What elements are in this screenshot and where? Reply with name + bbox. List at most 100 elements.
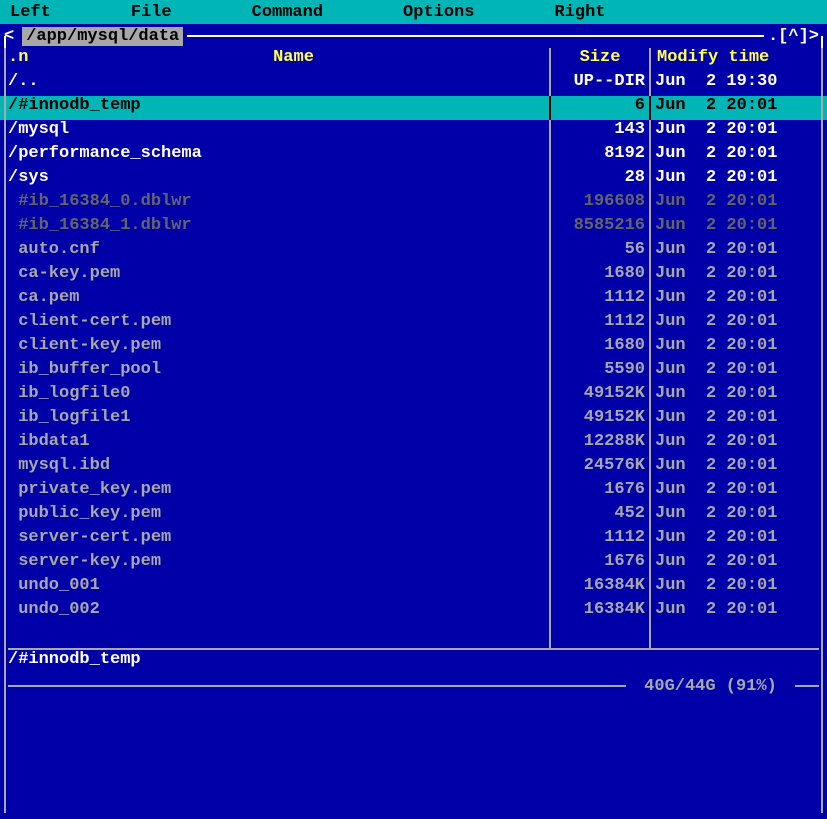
file-name: private_key.pem: [8, 480, 549, 504]
header-n[interactable]: .n: [8, 48, 38, 72]
file-mtime: Jun 2 19:30: [649, 72, 819, 96]
file-mtime: Jun 2 20:01: [649, 600, 819, 624]
menu-command[interactable]: Command: [252, 3, 323, 22]
file-row[interactable]: server-key.pem1676Jun 2 20:01: [0, 552, 827, 576]
file-row[interactable]: #ib_16384_1.dblwr8585216Jun 2 20:01: [0, 216, 827, 240]
file-name: ibdata1: [8, 432, 549, 456]
menu-file[interactable]: File: [131, 3, 172, 22]
file-size: 452: [549, 504, 649, 528]
file-mtime: Jun 2 20:01: [649, 576, 819, 600]
file-mtime: Jun 2 20:01: [649, 144, 819, 168]
file-size: 1680: [549, 264, 649, 288]
file-size: 1112: [549, 312, 649, 336]
file-row[interactable]: ib_logfile049152KJun 2 20:01: [0, 384, 827, 408]
file-name: client-cert.pem: [8, 312, 549, 336]
file-mtime: Jun 2 20:01: [649, 408, 819, 432]
file-name: auto.cnf: [8, 240, 549, 264]
file-row[interactable]: ib_logfile149152KJun 2 20:01: [0, 408, 827, 432]
file-row[interactable]: /performance_schema8192Jun 2 20:01: [0, 144, 827, 168]
file-row[interactable]: server-cert.pem1112Jun 2 20:01: [0, 528, 827, 552]
file-name: undo_001: [8, 576, 549, 600]
file-size: 1680: [549, 336, 649, 360]
file-row[interactable]: /mysql143Jun 2 20:01: [0, 120, 827, 144]
file-size: 1112: [549, 528, 649, 552]
file-size: 1676: [549, 480, 649, 504]
empty-row: [0, 624, 827, 648]
status-bar: /#innodb_temp: [0, 650, 827, 674]
file-name: ib_logfile1: [8, 408, 549, 432]
file-row[interactable]: auto.cnf56Jun 2 20:01: [0, 240, 827, 264]
file-size: 16384K: [549, 600, 649, 624]
menu-options[interactable]: Options: [403, 3, 474, 22]
file-mtime: Jun 2 20:01: [649, 312, 819, 336]
column-headers: .n Name Size Modify time: [0, 48, 827, 72]
file-name: /sys: [8, 168, 549, 192]
file-row[interactable]: mysql.ibd24576KJun 2 20:01: [0, 456, 827, 480]
file-row[interactable]: /sys28Jun 2 20:01: [0, 168, 827, 192]
file-row[interactable]: undo_00116384KJun 2 20:01: [0, 576, 827, 600]
file-size: 28: [549, 168, 649, 192]
file-row[interactable]: client-key.pem1680Jun 2 20:01: [0, 336, 827, 360]
file-name: /#innodb_temp: [8, 96, 549, 120]
file-mtime: Jun 2 20:01: [649, 240, 819, 264]
file-list: /..UP--DIRJun 2 19:30/#innodb_temp6Jun 2…: [0, 72, 827, 624]
file-name: public_key.pem: [8, 504, 549, 528]
file-size: 1676: [549, 552, 649, 576]
file-row[interactable]: ca-key.pem1680Jun 2 20:01: [0, 264, 827, 288]
file-row[interactable]: ibdata112288KJun 2 20:01: [0, 432, 827, 456]
file-name: ib_logfile0: [8, 384, 549, 408]
file-name: client-key.pem: [8, 336, 549, 360]
file-row[interactable]: ca.pem1112Jun 2 20:01: [0, 288, 827, 312]
disk-usage: 40G/44G (91%): [634, 677, 787, 696]
file-name: undo_002: [8, 600, 549, 624]
file-size: 6: [549, 96, 649, 120]
file-mtime: Jun 2 20:01: [649, 120, 819, 144]
file-name: ca.pem: [8, 288, 549, 312]
file-panel: < /app/mysql/data .[^]> .n Name Size Mod…: [0, 24, 827, 819]
file-size: UP--DIR: [549, 72, 649, 96]
file-size: 5590: [549, 360, 649, 384]
file-row[interactable]: client-cert.pem1112Jun 2 20:01: [0, 312, 827, 336]
file-size: 12288K: [549, 432, 649, 456]
file-size: 196608: [549, 192, 649, 216]
file-mtime: Jun 2 20:01: [649, 96, 819, 120]
file-row[interactable]: public_key.pem452Jun 2 20:01: [0, 504, 827, 528]
file-mtime: Jun 2 20:01: [649, 336, 819, 360]
file-mtime: Jun 2 20:01: [649, 288, 819, 312]
file-mtime: Jun 2 20:01: [649, 480, 819, 504]
file-row[interactable]: ib_buffer_pool5590Jun 2 20:01: [0, 360, 827, 384]
menu-right[interactable]: Right: [554, 3, 605, 22]
scroll-left-icon[interactable]: <: [0, 27, 14, 46]
file-name: #ib_16384_1.dblwr: [8, 216, 549, 240]
footer: 40G/44G (91%): [0, 674, 827, 698]
selected-file-label: /#innodb_temp: [8, 650, 141, 669]
current-path[interactable]: /app/mysql/data: [22, 27, 183, 46]
updir-indicator[interactable]: .[^]>: [768, 27, 827, 46]
file-size: 8585216: [549, 216, 649, 240]
file-name: ib_buffer_pool: [8, 360, 549, 384]
file-mtime: Jun 2 20:01: [649, 384, 819, 408]
menubar: Left File Command Options Right: [0, 0, 827, 24]
file-size: 1112: [549, 288, 649, 312]
file-mtime: Jun 2 20:01: [649, 168, 819, 192]
file-size: 8192: [549, 144, 649, 168]
menu-left[interactable]: Left: [10, 3, 51, 22]
file-mtime: Jun 2 20:01: [649, 264, 819, 288]
file-mtime: Jun 2 20:01: [649, 216, 819, 240]
file-row[interactable]: /#innodb_temp6Jun 2 20:01: [0, 96, 827, 120]
header-mtime[interactable]: Modify time: [649, 48, 819, 72]
header-name[interactable]: Name: [38, 48, 549, 72]
file-mtime: Jun 2 20:01: [649, 432, 819, 456]
file-row[interactable]: undo_00216384KJun 2 20:01: [0, 600, 827, 624]
header-size[interactable]: Size: [549, 48, 649, 72]
file-size: 49152K: [549, 384, 649, 408]
file-mtime: Jun 2 20:01: [649, 192, 819, 216]
file-name: /..: [8, 72, 549, 96]
file-size: 16384K: [549, 576, 649, 600]
file-mtime: Jun 2 20:01: [649, 504, 819, 528]
file-row[interactable]: private_key.pem1676Jun 2 20:01: [0, 480, 827, 504]
file-row[interactable]: #ib_16384_0.dblwr196608Jun 2 20:01: [0, 192, 827, 216]
file-size: 49152K: [549, 408, 649, 432]
file-name: /performance_schema: [8, 144, 549, 168]
file-row[interactable]: /..UP--DIRJun 2 19:30: [0, 72, 827, 96]
